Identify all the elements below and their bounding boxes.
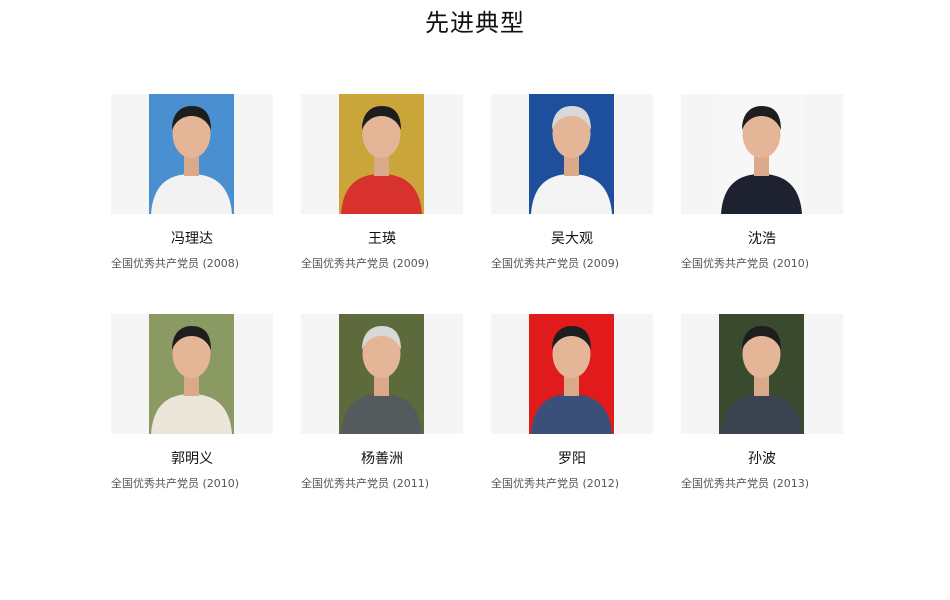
person-honor: 全国优秀共产党员 (2010) xyxy=(681,257,810,270)
person-honor: 全国优秀共产党员 (2011) xyxy=(301,477,430,490)
portrait-photo[interactable] xyxy=(339,314,424,434)
portrait-photo[interactable] xyxy=(149,314,234,434)
person-card[interactable]: 孙波 全国优秀共产党员 (2013) xyxy=(681,314,843,504)
person-honor: 全国优秀共产党员 (2010) xyxy=(111,477,240,490)
portrait-silhouette-icon xyxy=(719,314,804,434)
portrait-silhouette-icon xyxy=(719,94,804,214)
photo-frame[interactable] xyxy=(111,94,273,214)
person-name[interactable]: 杨善洲 xyxy=(301,449,463,469)
photo-frame[interactable] xyxy=(301,314,463,434)
portrait-silhouette-icon xyxy=(149,314,234,434)
portrait-silhouette-icon xyxy=(339,94,424,214)
person-name[interactable]: 吴大观 xyxy=(491,229,653,249)
person-card[interactable]: 沈浩 全国优秀共产党员 (2010) xyxy=(681,94,843,284)
person-name[interactable]: 沈浩 xyxy=(681,229,843,249)
neck-shape xyxy=(564,156,579,176)
person-honor: 全国优秀共产党员 (2009) xyxy=(301,257,430,270)
page-title: 先进典型 xyxy=(425,9,525,37)
portrait-photo[interactable] xyxy=(339,94,424,214)
portrait-photo[interactable] xyxy=(529,314,614,434)
portrait-silhouette-icon xyxy=(339,314,424,434)
person-card[interactable]: 吴大观 全国优秀共产党员 (2009) xyxy=(491,94,653,284)
photo-frame[interactable] xyxy=(491,94,653,214)
person-honor: 全国优秀共产党员 (2012) xyxy=(491,477,620,490)
portrait-photo[interactable] xyxy=(719,314,804,434)
portrait-photo[interactable] xyxy=(529,94,614,214)
person-card[interactable]: 郭明义 全国优秀共产党员 (2010) xyxy=(111,314,273,504)
person-card[interactable]: 罗阳 全国优秀共产党员 (2012) xyxy=(491,314,653,504)
neck-shape xyxy=(184,376,199,396)
neck-shape xyxy=(564,376,579,396)
person-card[interactable]: 杨善洲 全国优秀共产党员 (2011) xyxy=(301,314,463,504)
portrait-silhouette-icon xyxy=(529,314,614,434)
person-honor: 全国优秀共产党员 (2008) xyxy=(111,257,240,270)
neck-shape xyxy=(754,156,769,176)
person-name[interactable]: 孙波 xyxy=(681,449,843,469)
person-card[interactable]: 冯理达 全国优秀共产党员 (2008) xyxy=(111,94,273,284)
photo-frame[interactable] xyxy=(301,94,463,214)
neck-shape xyxy=(754,376,769,396)
person-name[interactable]: 郭明义 xyxy=(111,449,273,469)
portrait-silhouette-icon xyxy=(149,94,234,214)
person-name[interactable]: 王瑛 xyxy=(301,229,463,249)
person-honor: 全国优秀共产党员 (2013) xyxy=(681,477,810,490)
person-honor: 全国优秀共产党员 (2009) xyxy=(491,257,620,270)
photo-frame[interactable] xyxy=(681,94,843,214)
portrait-photo[interactable] xyxy=(719,94,804,214)
photo-frame[interactable] xyxy=(681,314,843,434)
portrait-silhouette-icon xyxy=(529,94,614,214)
person-name[interactable]: 罗阳 xyxy=(491,449,653,469)
neck-shape xyxy=(184,156,199,176)
portrait-photo[interactable] xyxy=(149,94,234,214)
photo-frame[interactable] xyxy=(491,314,653,434)
neck-shape xyxy=(374,376,389,396)
person-name[interactable]: 冯理达 xyxy=(111,229,273,249)
neck-shape xyxy=(374,156,389,176)
person-card[interactable]: 王瑛 全国优秀共产党员 (2009) xyxy=(301,94,463,284)
photo-frame[interactable] xyxy=(111,314,273,434)
